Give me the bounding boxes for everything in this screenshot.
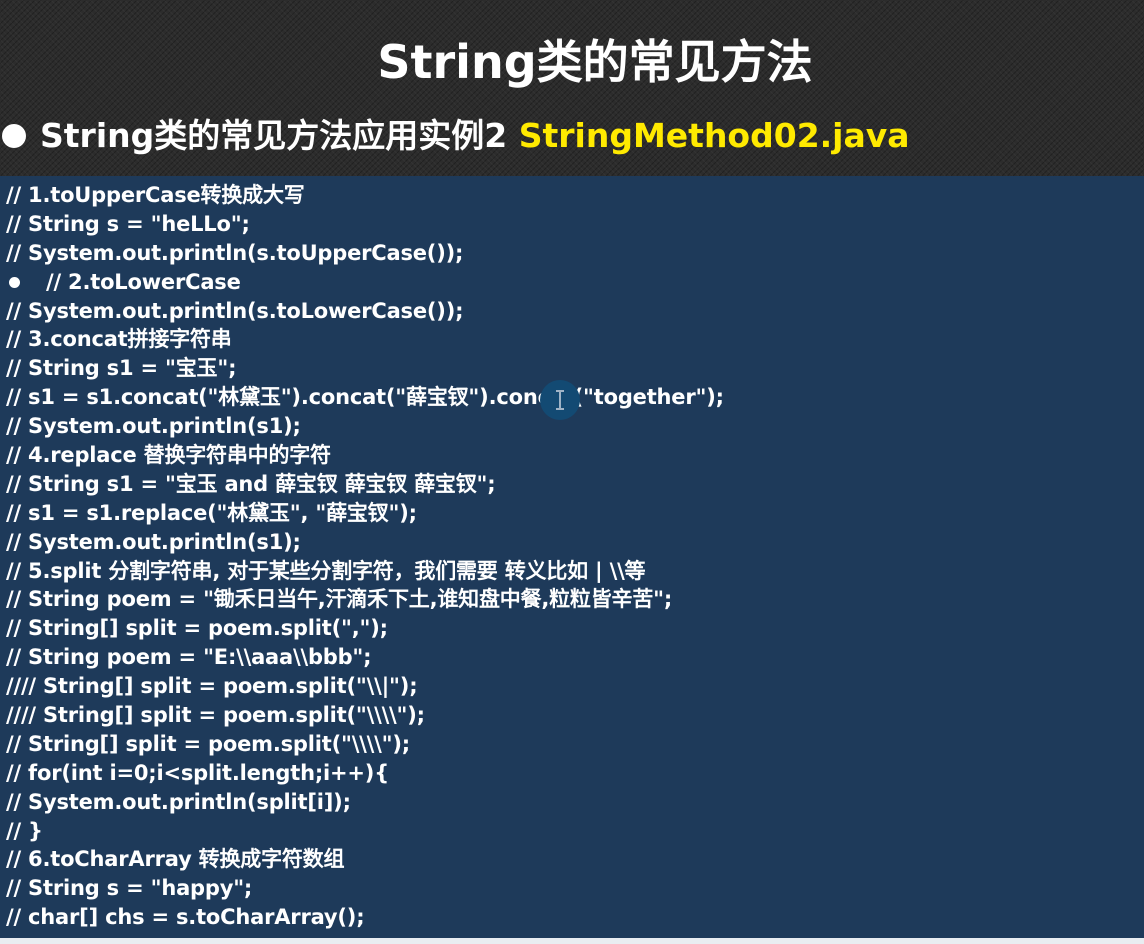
code-text: // System.out.println(split[i]); (6, 789, 351, 814)
code-line: // 2.toLowerCase (6, 268, 724, 297)
code-text: // 2.toLowerCase (46, 269, 241, 294)
code-text: // 6.toCharArray 转换成字符数组 (6, 847, 345, 872)
slide-header: String类的常见方法 String类的常见方法应用实例2 StringMet… (0, 0, 1144, 176)
code-line: // String s = "happy"; (6, 874, 724, 903)
code-line: // s1 = s1.concat("林黛玉").concat("薛宝钗").c… (6, 383, 724, 412)
code-text: // String s1 = "宝玉 and 薛宝钗 薛宝钗 薛宝钗"; (6, 471, 496, 496)
text-cursor-icon (540, 380, 580, 420)
subtitle-filename: StringMethod02.java (518, 116, 910, 155)
slide: String类的常见方法 String类的常见方法应用实例2 StringMet… (0, 0, 1144, 944)
code-text: // System.out.println(s1); (6, 529, 301, 554)
code-line: // 4.replace 替换字符串中的字符 (6, 441, 724, 470)
code-line: // String s1 = "宝玉"; (6, 354, 724, 383)
code-line: // } (6, 817, 724, 846)
ibeam-icon (556, 390, 564, 410)
code-text: // s1 = s1.replace("林黛玉", "薛宝钗"); (6, 500, 417, 525)
code-text: // String poem = "锄禾日当午,汗滴禾下土,谁知盘中餐,粒粒皆辛… (6, 587, 673, 612)
code-text: // 3.concat拼接字符串 (6, 327, 232, 352)
code-text: // String[] split = poem.split("\\\\"); (6, 731, 410, 756)
code-text: // String s = "heLLo"; (6, 211, 250, 236)
code-lines: // 1.toUpperCase转换成大写 // String s = "heLL… (6, 181, 724, 932)
bullet-icon (9, 276, 20, 288)
code-line: //// String[] split = poem.split("\\|"); (6, 672, 724, 701)
code-text: // String s = "happy"; (6, 876, 253, 901)
subtitle-row: String类的常见方法应用实例2 StringMethod02.java (0, 106, 1144, 166)
code-line: // s1 = s1.replace("林黛玉", "薛宝钗"); (6, 499, 724, 528)
code-text: // String[] split = poem.split(","); (6, 616, 388, 641)
code-text: // System.out.println(s1); (6, 414, 301, 439)
code-panel: // 1.toUpperCase转换成大写 // String s = "heLL… (0, 176, 1144, 938)
code-text: // } (6, 818, 43, 843)
code-line: // System.out.println(s.toLowerCase()); (6, 297, 724, 326)
code-line: // 6.toCharArray 转换成字符数组 (6, 845, 724, 874)
subtitle: String类的常见方法应用实例2 StringMethod02.java (40, 106, 910, 166)
code-text: // s1 = s1.concat("林黛玉").concat("薛宝钗").c… (6, 385, 724, 410)
code-line: // String[] split = poem.split("\\\\"); (6, 730, 724, 759)
code-text: // System.out.println(s.toLowerCase()); (6, 298, 464, 323)
code-line: // String[] split = poem.split(","); (6, 614, 724, 643)
code-text: // 1.toUpperCase转换成大写 (6, 183, 305, 207)
bullet-icon (2, 124, 26, 148)
code-line: //// String[] split = poem.split("\\\\")… (6, 701, 724, 730)
code-line: // char[] chs = s.toCharArray(); (6, 903, 724, 932)
code-line: // 5.split 分割字符串, 对于某些分割字符，我们需要 转义比如 | \… (6, 557, 724, 586)
bottom-strip (0, 938, 1144, 944)
code-line: // System.out.println(s1); (6, 528, 724, 557)
code-line: // 3.concat拼接字符串 (6, 325, 724, 354)
code-text: //// String[] split = poem.split("\\|"); (6, 674, 418, 699)
code-text: // String poem = "E:\\aaa\\bbb"; (6, 645, 372, 670)
subtitle-label: String类的常见方法应用实例2 (40, 116, 519, 155)
code-line: // for(int i=0;i<split.length;i++){ (6, 759, 724, 788)
code-line: // String s1 = "宝玉 and 薛宝钗 薛宝钗 薛宝钗"; (6, 470, 724, 499)
code-line: // String s = "heLLo"; (6, 210, 724, 239)
code-text: //// String[] split = poem.split("\\\\")… (6, 703, 425, 728)
code-text: // String s1 = "宝玉"; (6, 356, 237, 381)
code-text: // 5.split 分割字符串, 对于某些分割字符，我们需要 转义比如 | \… (6, 558, 646, 583)
code-line: // System.out.println(s1); (6, 412, 724, 441)
code-text: // System.out.println(s.toUpperCase()); (6, 240, 464, 265)
code-line: // System.out.println(split[i]); (6, 788, 724, 817)
code-text: // 4.replace 替换字符串中的字符 (6, 443, 331, 468)
code-text: // char[] chs = s.toCharArray(); (6, 905, 365, 930)
code-line: // 1.toUpperCase转换成大写 (6, 181, 724, 210)
code-line: // String poem = "锄禾日当午,汗滴禾下土,谁知盘中餐,粒粒皆辛… (6, 585, 724, 614)
slide-title: String类的常见方法 (377, 35, 813, 89)
code-text: // for(int i=0;i<split.length;i++){ (6, 760, 389, 785)
code-line: // String poem = "E:\\aaa\\bbb"; (6, 643, 724, 672)
code-line: // System.out.println(s.toUpperCase()); (6, 239, 724, 268)
